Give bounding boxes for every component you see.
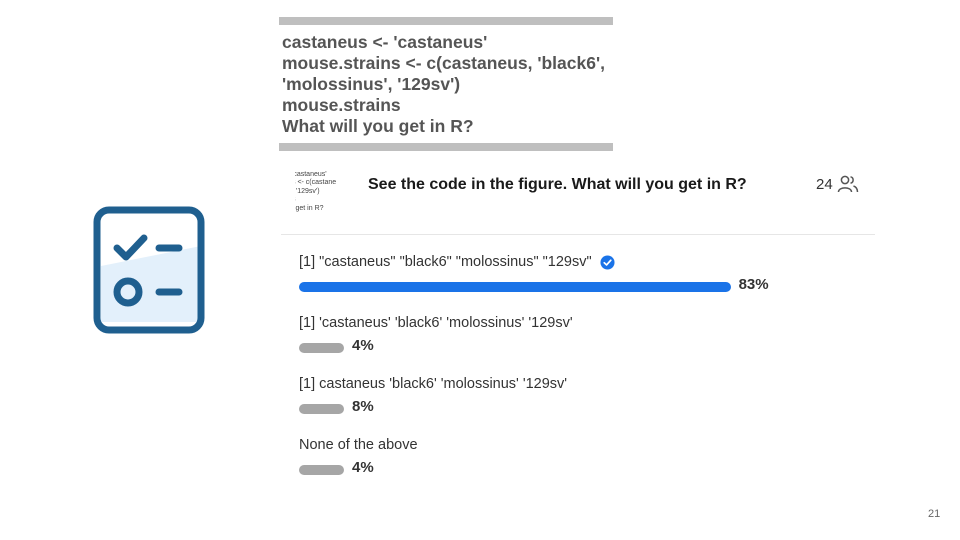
code-lines: castaneus <- 'castaneus' mouse.strains <…: [282, 32, 612, 137]
result-bar: [299, 404, 344, 414]
option-label: [1] 'castaneus' 'black6' 'molossinus' '1…: [299, 315, 573, 331]
code-figure-bottom-bar: [279, 143, 613, 151]
checklist-icon: [93, 206, 205, 334]
percent-label: 4%: [352, 337, 374, 354]
thumbnail-line: , '129sv'): [295, 187, 320, 195]
option-label: None of the above: [299, 437, 418, 453]
code-line: mouse.strains <- c(castaneus, 'black6',: [282, 53, 605, 73]
page-number: 21: [928, 508, 941, 520]
code-line: What will you get in R?: [282, 116, 474, 136]
result-bar: [299, 465, 344, 475]
participants-icon: [837, 175, 859, 193]
thumbnail-line: s: [295, 196, 351, 204]
percent-label: 83%: [738, 276, 769, 293]
percent-label: 4%: [352, 459, 374, 476]
poll-option: [1] castaneus 'black6' 'molossinus' '129…: [299, 376, 869, 418]
thumbnail-line: s <- c(castane: [295, 179, 337, 187]
poll-card: 'castaneus' s <- c(castane , '129sv') s …: [281, 157, 875, 487]
option-label: [1] "castaneus" "black6" "molossinus" "1…: [299, 254, 592, 270]
response-count: 24: [816, 176, 833, 193]
poll-question: See the code in the figure. What will yo…: [368, 176, 747, 193]
poll-header: 'castaneus' s <- c(castane , '129sv') s …: [281, 157, 875, 235]
percent-label: 8%: [352, 398, 374, 415]
question-thumbnail: 'castaneus' s <- c(castane , '129sv') s …: [295, 171, 351, 225]
thumbnail-line: i get in R?: [295, 204, 324, 212]
poll-option: [1] "castaneus" "black6" "molossinus" "1…: [299, 254, 869, 296]
code-figure-top-bar: [279, 17, 613, 25]
thumbnail-line: 'castaneus': [295, 171, 327, 178]
result-bar: [299, 343, 344, 353]
poll-option: [1] 'castaneus' 'black6' 'molossinus' '1…: [299, 315, 869, 357]
code-figure: castaneus <- 'castaneus' mouse.strains <…: [279, 17, 613, 151]
correct-answer-icon: [600, 254, 615, 270]
result-bar: [299, 282, 731, 292]
option-label: [1] castaneus 'black6' 'molossinus' '129…: [299, 376, 568, 392]
poll-option: None of the above 4%: [299, 437, 869, 479]
code-line: castaneus <- 'castaneus': [282, 32, 488, 52]
code-line: mouse.strains: [282, 95, 401, 115]
code-line: 'molossinus', '129sv'): [282, 74, 461, 94]
